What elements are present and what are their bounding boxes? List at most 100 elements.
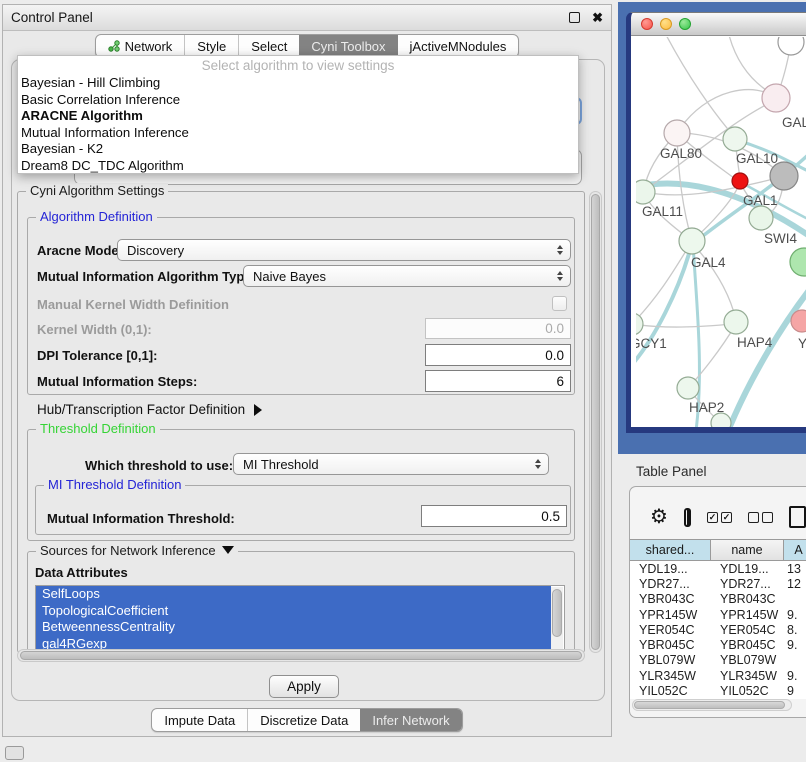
panel-grip[interactable] — [5, 746, 24, 760]
network-node-gal11[interactable] — [636, 180, 655, 204]
network-node-gal4[interactable] — [679, 228, 705, 254]
network-node[interactable] — [770, 162, 798, 190]
network-window-titlebar[interactable] — [631, 13, 806, 36]
tab-impute-data[interactable]: Impute Data — [152, 709, 247, 731]
table-row[interactable]: YLR345WYLR345W9. — [630, 668, 806, 683]
algorithm-option-aracne-algorithm[interactable]: ARACNE Algorithm — [18, 108, 578, 125]
tab-label: Style — [197, 39, 226, 54]
network-edge[interactable] — [636, 324, 733, 327]
hub-definition-toggle[interactable]: Hub/Transcription Factor Definition — [37, 402, 262, 417]
which-threshold-value: MI Threshold — [243, 457, 319, 472]
tab-discretize-data[interactable]: Discretize Data — [247, 709, 360, 731]
close-icon[interactable]: ✖ — [592, 11, 603, 24]
node-label: GAL4 — [691, 255, 726, 270]
float-panel-icon[interactable] — [569, 12, 580, 23]
column-header-name[interactable]: name — [711, 539, 784, 561]
which-threshold-label: Which threshold to use: — [85, 458, 233, 473]
deselect-all-checkboxes-icon[interactable] — [748, 512, 773, 523]
dpi-tolerance-field[interactable]: 0.0 — [425, 344, 571, 366]
network-edge[interactable] — [728, 289, 806, 427]
minimize-traffic-icon[interactable] — [660, 18, 672, 30]
document-icon[interactable] — [789, 506, 806, 528]
tab-label: Cyni Toolbox — [311, 39, 385, 54]
kernel-width-field[interactable]: 0.0 — [425, 318, 571, 339]
network-node-gal10[interactable] — [723, 127, 747, 151]
network-edge[interactable] — [728, 37, 772, 94]
tab-label: Select — [251, 39, 287, 54]
tab-select[interactable]: Select — [238, 35, 299, 57]
gear-icon[interactable]: ⚙ — [650, 507, 668, 527]
algorithm-option-bayesian-k2[interactable]: Bayesian - K2 — [18, 141, 578, 158]
network-node-gal1[interactable] — [732, 173, 748, 189]
settings-horizontal-scrollbar[interactable] — [17, 649, 585, 662]
zoom-traffic-icon[interactable] — [679, 18, 691, 30]
which-threshold-select[interactable]: MI Threshold — [233, 453, 549, 475]
network-canvas[interactable]: GALGAL80GAL10GAL1GAL11SWI4GAL4GCY1HAP4YH… — [631, 37, 806, 427]
apply-button[interactable]: Apply — [269, 675, 339, 698]
columns-icon[interactable] — [684, 508, 691, 527]
table-cell: YBR043C — [711, 592, 784, 606]
table-row[interactable]: YBR045CYBR045C9. — [630, 637, 806, 652]
table-horizontal-scrollbar[interactable] — [632, 699, 792, 711]
network-node-gcy1[interactable] — [636, 313, 643, 335]
control-panel-title: Control Panel — [11, 10, 569, 25]
network-node[interactable] — [790, 248, 806, 276]
select-all-checkboxes-icon[interactable]: ✓✓ — [707, 512, 732, 523]
aracne-mode-select[interactable]: Discovery — [117, 239, 571, 261]
node-label: HAP4 — [737, 335, 773, 350]
column-header-a[interactable]: A — [784, 539, 806, 561]
table-cell: 12 — [784, 577, 801, 591]
expand-arrow-icon[interactable] — [254, 404, 262, 416]
kernel-width-label: Kernel Width (0,1): — [37, 322, 152, 337]
collapse-arrow-icon[interactable] — [222, 546, 234, 554]
dpi-tolerance-label: DPI Tolerance [0,1]: — [37, 348, 157, 363]
network-node-hap4[interactable] — [724, 310, 748, 334]
manual-kernel-checkbox[interactable] — [552, 296, 567, 311]
table-cell: YBR043C — [630, 592, 711, 606]
table-cell: YDL19... — [630, 562, 711, 576]
column-header-shared-[interactable]: shared... — [630, 539, 711, 561]
algorithm-option-basic-correlation-inference[interactable]: Basic Correlation Inference — [18, 92, 578, 109]
attribute-item-betweennesscentrality[interactable]: BetweennessCentrality — [36, 619, 551, 636]
table-row[interactable]: YDL19...YDL19...13 — [630, 561, 806, 576]
table-row[interactable]: YPR145WYPR145W9. — [630, 607, 806, 622]
spinner-arrows-icon — [557, 245, 563, 255]
algorithm-option-bayesian-hill-climbing[interactable]: Bayesian - Hill Climbing — [18, 75, 578, 92]
table-rows: YDL19...YDL19...13YDR27...YDR27...12YBR0… — [630, 561, 806, 699]
tab-jactivemnodules[interactable]: jActiveMNodules — [398, 35, 519, 57]
mi-steps-field[interactable]: 6 — [425, 370, 571, 392]
tab-cyni-toolbox[interactable]: Cyni Toolbox — [299, 35, 397, 57]
network-node-gal[interactable] — [762, 84, 790, 112]
attribute-item-topologicalcoefficient[interactable]: TopologicalCoefficient — [36, 603, 551, 620]
mi-type-select[interactable]: Naive Bayes — [243, 265, 571, 287]
table-row[interactable]: YBR043CYBR043C — [630, 592, 806, 607]
sources-group-title[interactable]: Sources for Network Inference — [36, 543, 238, 558]
table-row[interactable]: YDR27...YDR27...12 — [630, 576, 806, 591]
list-scrollbar[interactable] — [551, 587, 563, 649]
network-edge[interactable] — [664, 37, 732, 134]
network-node-swi4[interactable] — [749, 206, 773, 230]
tab-network[interactable]: Network — [96, 35, 185, 57]
network-node-gal80[interactable] — [664, 120, 690, 146]
table-row[interactable]: YER054CYER054C8. — [630, 622, 806, 637]
attribute-item-selfloops[interactable]: SelfLoops — [36, 586, 551, 603]
network-node[interactable] — [711, 413, 731, 427]
table-cell: 13 — [784, 562, 801, 576]
table-row[interactable]: YBL079WYBL079W — [630, 653, 806, 668]
network-edge[interactable] — [636, 246, 689, 324]
settings-vertical-scrollbar[interactable] — [589, 191, 602, 653]
network-node-hap2[interactable] — [677, 377, 699, 399]
algorithm-option-dream8-dc-tdc-algorithm[interactable]: Dream8 DC_TDC Algorithm — [18, 158, 578, 175]
network-edge[interactable] — [690, 324, 736, 386]
mi-threshold-field[interactable]: 0.5 — [421, 505, 567, 527]
network-node[interactable] — [778, 37, 804, 55]
table-cell: YDR27... — [630, 577, 711, 591]
tab-infer-network[interactable]: Infer Network — [360, 709, 461, 731]
control-panel: Control Panel ✖ Network Style Select Cyni T… — [2, 4, 612, 737]
table-row[interactable]: YIL052CYIL052C9 — [630, 683, 806, 698]
table-header: shared...nameA — [630, 539, 806, 561]
node-label: GAL80 — [660, 146, 702, 161]
tab-style[interactable]: Style — [184, 35, 238, 57]
close-traffic-icon[interactable] — [641, 18, 653, 30]
algorithm-option-mutual-information-inference[interactable]: Mutual Information Inference — [18, 125, 578, 142]
